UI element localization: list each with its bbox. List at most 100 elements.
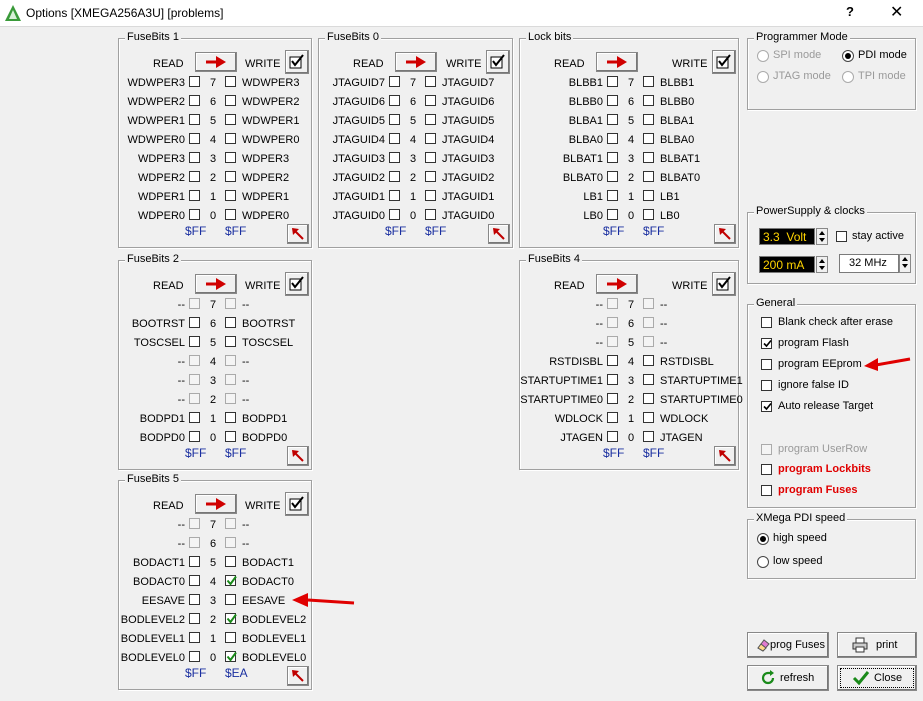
read-button[interactable] bbox=[395, 52, 437, 72]
program-lockbits-checkbox[interactable] bbox=[761, 464, 772, 475]
bit-read-checkbox[interactable] bbox=[189, 518, 200, 529]
blank-check-checkbox[interactable] bbox=[761, 317, 772, 328]
bit-write-checkbox[interactable] bbox=[425, 152, 436, 163]
write-button[interactable] bbox=[285, 50, 309, 74]
bit-read-checkbox[interactable] bbox=[189, 374, 200, 385]
bit-write-checkbox[interactable] bbox=[225, 393, 236, 404]
print-button[interactable]: print bbox=[837, 632, 917, 658]
bit-write-checkbox[interactable] bbox=[225, 95, 236, 106]
bit-write-checkbox[interactable] bbox=[425, 95, 436, 106]
bit-read-checkbox[interactable] bbox=[189, 190, 200, 201]
bit-write-checkbox[interactable] bbox=[225, 537, 236, 548]
spi-mode-radio[interactable] bbox=[757, 50, 769, 62]
bit-read-checkbox[interactable] bbox=[189, 594, 200, 605]
bit-write-checkbox[interactable] bbox=[225, 190, 236, 201]
apply-button[interactable] bbox=[287, 224, 309, 244]
prog-fuses-button[interactable]: prog Fuses bbox=[747, 632, 829, 658]
bit-write-checkbox[interactable] bbox=[643, 171, 654, 182]
bit-write-checkbox[interactable] bbox=[225, 114, 236, 125]
bit-read-checkbox[interactable] bbox=[607, 412, 618, 423]
bit-read-checkbox[interactable] bbox=[189, 298, 200, 309]
bit-read-checkbox[interactable] bbox=[389, 95, 400, 106]
write-button[interactable] bbox=[486, 50, 510, 74]
bit-write-checkbox[interactable] bbox=[643, 298, 654, 309]
bit-read-checkbox[interactable] bbox=[607, 114, 618, 125]
write-button[interactable] bbox=[285, 272, 309, 296]
bit-write-checkbox[interactable] bbox=[225, 556, 236, 567]
bit-read-checkbox[interactable] bbox=[189, 412, 200, 423]
bit-read-checkbox[interactable] bbox=[607, 152, 618, 163]
apply-button[interactable] bbox=[287, 666, 309, 686]
help-button[interactable]: ? bbox=[846, 4, 854, 19]
bit-write-checkbox[interactable] bbox=[225, 133, 236, 144]
bit-write-checkbox[interactable] bbox=[225, 355, 236, 366]
bit-write-checkbox[interactable] bbox=[643, 374, 654, 385]
bit-read-checkbox[interactable] bbox=[189, 114, 200, 125]
read-button[interactable] bbox=[195, 274, 237, 294]
bit-read-checkbox[interactable] bbox=[189, 537, 200, 548]
bit-write-checkbox[interactable] bbox=[425, 133, 436, 144]
bit-read-checkbox[interactable] bbox=[189, 171, 200, 182]
tpi-mode-radio[interactable] bbox=[842, 71, 854, 83]
program-eeprom-checkbox[interactable] bbox=[761, 359, 772, 370]
stay-active-checkbox[interactable] bbox=[836, 231, 847, 242]
write-button[interactable] bbox=[712, 50, 736, 74]
bit-write-checkbox[interactable] bbox=[225, 575, 237, 586]
current-spinner[interactable] bbox=[816, 256, 828, 273]
pdi-mode-radio[interactable] bbox=[842, 50, 854, 62]
bit-read-checkbox[interactable] bbox=[189, 651, 200, 662]
clock-spinner[interactable] bbox=[899, 254, 911, 273]
bit-read-checkbox[interactable] bbox=[189, 317, 200, 328]
program-fuses-checkbox[interactable] bbox=[761, 485, 772, 496]
bit-write-checkbox[interactable] bbox=[225, 594, 236, 605]
bit-write-checkbox[interactable] bbox=[225, 171, 236, 182]
bit-write-checkbox[interactable] bbox=[225, 152, 236, 163]
low-speed-radio[interactable] bbox=[757, 556, 769, 568]
apply-button[interactable] bbox=[714, 224, 736, 244]
program-flash-checkbox[interactable] bbox=[761, 338, 772, 349]
bit-write-checkbox[interactable] bbox=[643, 393, 654, 404]
bit-write-checkbox[interactable] bbox=[225, 613, 237, 624]
bit-read-checkbox[interactable] bbox=[389, 76, 400, 87]
bit-read-checkbox[interactable] bbox=[189, 575, 200, 586]
read-button[interactable] bbox=[195, 52, 237, 72]
bit-write-checkbox[interactable] bbox=[643, 133, 654, 144]
bit-read-checkbox[interactable] bbox=[389, 152, 400, 163]
bit-read-checkbox[interactable] bbox=[607, 190, 618, 201]
apply-button[interactable] bbox=[714, 446, 736, 466]
bit-write-checkbox[interactable] bbox=[425, 114, 436, 125]
bit-write-checkbox[interactable] bbox=[225, 76, 236, 87]
high-speed-radio[interactable] bbox=[757, 533, 769, 545]
apply-button[interactable] bbox=[287, 446, 309, 466]
bit-write-checkbox[interactable] bbox=[225, 431, 236, 442]
bit-read-checkbox[interactable] bbox=[607, 393, 618, 404]
bit-read-checkbox[interactable] bbox=[607, 298, 618, 309]
bit-read-checkbox[interactable] bbox=[607, 374, 618, 385]
bit-read-checkbox[interactable] bbox=[389, 190, 400, 201]
auto-release-checkbox[interactable] bbox=[761, 401, 772, 412]
bit-write-checkbox[interactable] bbox=[643, 114, 654, 125]
jtag-mode-radio[interactable] bbox=[757, 71, 769, 83]
bit-read-checkbox[interactable] bbox=[607, 76, 618, 87]
bit-write-checkbox[interactable] bbox=[643, 412, 654, 423]
bit-read-checkbox[interactable] bbox=[189, 393, 200, 404]
refresh-button[interactable]: refresh bbox=[747, 665, 829, 691]
bit-write-checkbox[interactable] bbox=[643, 95, 654, 106]
read-button[interactable] bbox=[195, 494, 237, 514]
bit-write-checkbox[interactable] bbox=[225, 336, 236, 347]
bit-read-checkbox[interactable] bbox=[189, 76, 200, 87]
bit-write-checkbox[interactable] bbox=[225, 317, 236, 328]
read-button[interactable] bbox=[596, 274, 638, 294]
bit-write-checkbox[interactable] bbox=[425, 171, 436, 182]
bit-write-checkbox[interactable] bbox=[225, 209, 236, 220]
bit-read-checkbox[interactable] bbox=[607, 95, 618, 106]
bit-read-checkbox[interactable] bbox=[189, 355, 200, 366]
bit-write-checkbox[interactable] bbox=[225, 651, 237, 662]
bit-write-checkbox[interactable] bbox=[225, 412, 236, 423]
bit-write-checkbox[interactable] bbox=[225, 374, 236, 385]
bit-read-checkbox[interactable] bbox=[189, 632, 200, 643]
bit-write-checkbox[interactable] bbox=[643, 431, 654, 442]
bit-read-checkbox[interactable] bbox=[189, 336, 200, 347]
close-button[interactable]: Close bbox=[837, 665, 917, 691]
voltage-spinner[interactable] bbox=[816, 228, 828, 245]
